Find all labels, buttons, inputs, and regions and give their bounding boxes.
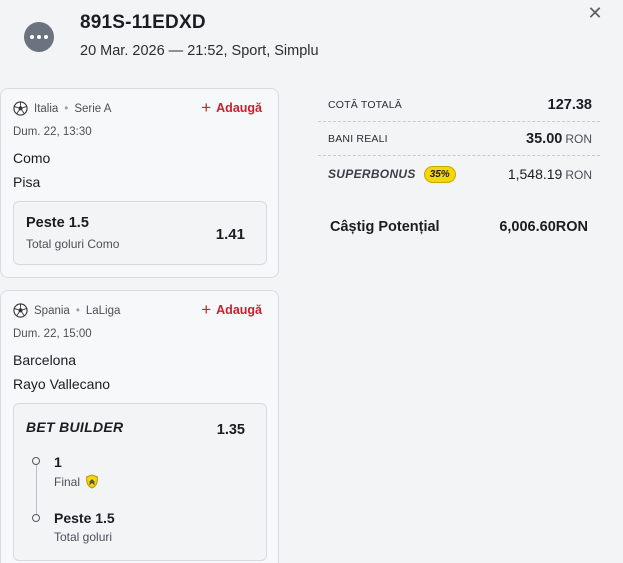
superbonus-value-group: 1,548.19 RON (508, 166, 592, 182)
plus-icon: + (201, 98, 212, 117)
plus-icon: + (201, 300, 212, 319)
away-team: Rayo Vallecano (13, 376, 111, 392)
total-odds-label: COTĂ TOTALĂ (328, 98, 402, 111)
selection-odds: 1.41 (215, 226, 245, 243)
superbonus-row: SUPERBONUS 35% 1,548.19 RON (318, 156, 600, 192)
away-team: Pisa (13, 174, 41, 190)
superbonus-label-group: SUPERBONUS 35% (328, 165, 456, 183)
home-team: Barcelona (13, 352, 77, 368)
soccer-ball-icon (13, 101, 28, 116)
league-name: LaLiga (85, 304, 121, 317)
add-label: Adaugă (216, 101, 262, 115)
league-info: Spania • LaLiga (13, 303, 120, 318)
timeline-line (36, 460, 37, 518)
match-time: Dum. 22, 13:30 (13, 126, 92, 138)
timeline-dot (32, 514, 40, 522)
potential-win-value-group: 6,006.60RON (499, 219, 588, 235)
leg-market-row: Final (54, 474, 99, 489)
bet-builder-title: BET BUILDER (26, 419, 124, 435)
dot (44, 35, 48, 39)
add-button[interactable]: + Adaugă (201, 98, 262, 117)
event-card: Italia • Serie A + Adaugă Dum. 22, 13:30… (0, 88, 279, 278)
selection-name: Peste 1.5 (26, 215, 89, 231)
leg-name: 1 (54, 454, 62, 470)
add-button[interactable]: + Adaugă (201, 300, 262, 319)
real-money-value-group: 35.00 RON (526, 131, 592, 147)
total-odds-value: 127.38 (547, 96, 592, 113)
real-money-row: BANI REALI 35.00 RON (318, 122, 600, 156)
dot (37, 35, 41, 39)
real-money-label: BANI REALI (328, 132, 388, 145)
ticket-header: 891S-11EDXD 20 Mar. 2026 — 21:52, Sport,… (0, 0, 623, 80)
leg-market-row: Total goluri (54, 530, 112, 544)
currency-label: RON (565, 168, 592, 182)
selection-market: Total goluri Como (26, 237, 120, 251)
superbonus-shield-icon (85, 474, 99, 489)
home-team: Como (13, 150, 51, 166)
add-label: Adaugă (216, 303, 262, 317)
separator-dot: • (75, 304, 80, 317)
ticket-meta: 20 Mar. 2026 — 21:52, Sport, Simplu (80, 43, 319, 59)
event-card: Spania • LaLiga + Adaugă Dum. 22, 15:00 … (0, 290, 279, 563)
bet-builder-odds: 1.35 (216, 422, 245, 438)
real-money-value: 35.00 (526, 130, 563, 147)
soccer-ball-icon (13, 303, 28, 318)
league-info: Italia • Serie A (13, 101, 111, 116)
leg-name: Peste 1.5 (54, 510, 115, 526)
leg-market: Total goluri (54, 530, 113, 544)
superbonus-label: SUPERBONUS (328, 167, 416, 181)
more-options-icon[interactable] (24, 22, 54, 52)
superbonus-value: 1,548.19 (507, 166, 563, 182)
superbonus-badge: 35% (423, 165, 456, 183)
currency-label: RON (565, 131, 592, 146)
league-country: Italia (34, 102, 59, 115)
bet-builder-box[interactable]: BET BUILDER 1.35 1 Final Peste 1.5 Total… (13, 403, 267, 561)
dot (30, 35, 34, 39)
total-odds-row: COTĂ TOTALĂ 127.38 (318, 88, 600, 122)
ticket-id: 891S-11EDXD (80, 12, 206, 33)
potential-win-row: Câștig Potențial 6,006.60RON (318, 210, 600, 244)
leg-market: Final (54, 474, 81, 489)
separator-dot: • (64, 102, 69, 115)
timeline-dot (32, 457, 40, 465)
league-name: Serie A (74, 102, 112, 115)
potential-win-value: 6,006.60 (499, 219, 556, 235)
match-time: Dum. 22, 15:00 (13, 328, 92, 340)
currency-label: RON (555, 219, 588, 235)
selection-box[interactable]: Peste 1.5 Total goluri Como 1.41 (13, 201, 267, 265)
close-icon[interactable]: ✕ (586, 4, 604, 22)
potential-win-label: Câștig Potențial (330, 219, 440, 235)
league-country: Spania (34, 304, 70, 317)
